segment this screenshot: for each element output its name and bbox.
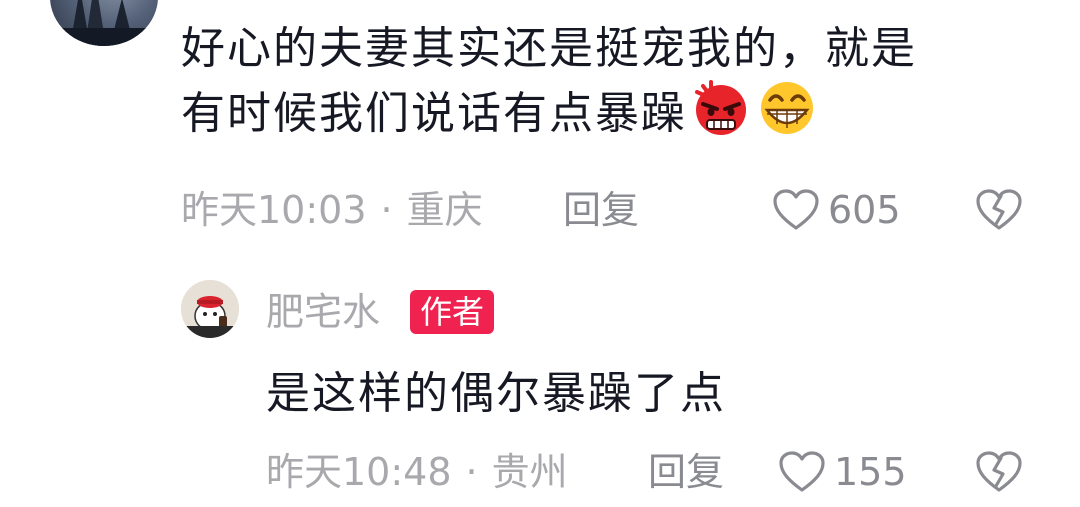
- dislike-button[interactable]: [975, 450, 1023, 498]
- heart-icon: [779, 451, 825, 492]
- reply-time: 昨天10:48: [266, 450, 452, 494]
- author-badge: 作者: [410, 290, 495, 334]
- comment-time: 昨天10:03: [181, 188, 367, 232]
- author-name[interactable]: 肥宅水: [266, 290, 380, 334]
- comment-text: 好心的夫妻其实还是挺宠我的，就是 有时候我们说话有点暴躁: [181, 20, 1041, 151]
- dislike-button[interactable]: [975, 188, 1023, 236]
- like-count: 155: [834, 450, 907, 494]
- reply-text: 是这样的偶尔暴躁了点: [266, 368, 726, 419]
- comment-text-segment: 有时候我们说话有点暴躁: [181, 88, 687, 139]
- reply-location: 贵州: [491, 450, 568, 494]
- comment-meta: 昨天10:03 · 重庆: [181, 188, 483, 232]
- heart-icon: [773, 189, 819, 230]
- comment-thread: 好心的夫妻其实还是挺宠我的，就是 有时候我们说话有点暴躁 昨天10:03 · 重…: [0, 0, 1080, 507]
- reply-button[interactable]: 回复: [563, 188, 639, 232]
- meta-separator: ·: [380, 188, 393, 232]
- comment-text-line: 有时候我们说话有点暴躁: [181, 78, 1041, 151]
- commenter-avatar[interactable]: [50, 0, 158, 46]
- comment-text-line: 好心的夫妻其实还是挺宠我的，就是: [181, 23, 917, 74]
- comment-location: 重庆: [406, 188, 483, 232]
- grinning-face-icon: [755, 78, 819, 151]
- like-button[interactable]: 605: [772, 188, 901, 232]
- broken-heart-icon: [976, 451, 1022, 492]
- author-avatar[interactable]: [181, 280, 239, 338]
- reply-button[interactable]: 回复: [648, 450, 724, 494]
- like-count: 605: [828, 188, 901, 232]
- reply-meta: 昨天10:48 · 贵州: [266, 450, 568, 494]
- like-button[interactable]: 155: [778, 450, 907, 494]
- angry-face-icon: [689, 78, 753, 151]
- broken-heart-icon: [976, 189, 1022, 230]
- meta-separator: ·: [465, 450, 478, 494]
